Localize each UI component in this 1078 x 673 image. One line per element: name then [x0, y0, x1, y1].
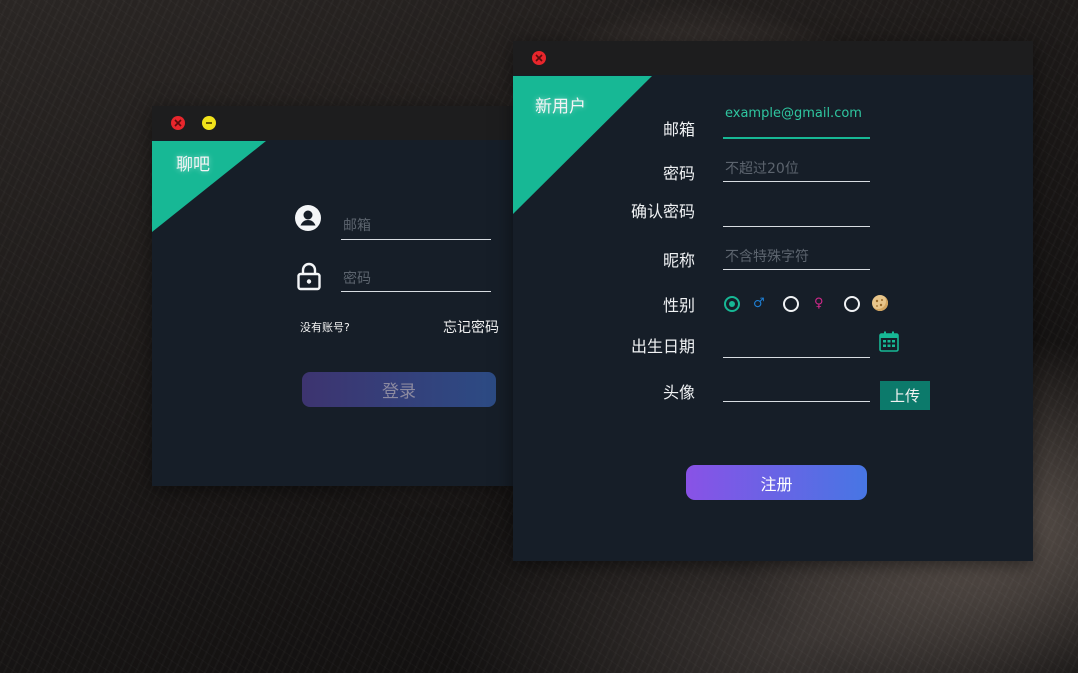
male-icon: ♂	[753, 296, 765, 311]
register-title: 新用户	[535, 97, 586, 117]
close-icon[interactable]	[532, 51, 546, 65]
close-icon[interactable]	[171, 116, 185, 130]
email-field[interactable]	[723, 89, 870, 139]
birth-date-field[interactable]	[723, 333, 870, 358]
birth-date-label: 出生日期	[630, 337, 695, 356]
no-account-link[interactable]: 没有账号?	[300, 319, 350, 335]
register-titlebar[interactable]	[513, 41, 1033, 75]
confirm-password-label: 确认密码	[630, 202, 695, 221]
avatar-label: 头像	[662, 383, 695, 402]
nickname-field[interactable]	[723, 245, 870, 270]
gender-label: 性别	[662, 296, 695, 315]
user-icon	[294, 204, 322, 232]
nickname-label: 昵称	[662, 251, 695, 270]
register-window: 新用户 邮箱 密码 确认密码 昵称 性别 ♂ ♀ 出生日期	[513, 41, 1033, 561]
female-icon: ♀	[814, 296, 824, 311]
password-field[interactable]	[341, 266, 491, 292]
gender-radio-female[interactable]	[783, 296, 799, 312]
login-button[interactable]: 登录	[302, 372, 496, 407]
login-titlebar[interactable]	[152, 106, 514, 140]
calendar-icon[interactable]	[879, 331, 899, 352]
gender-radio-male[interactable]	[724, 296, 740, 312]
register-button[interactable]: 注册	[686, 465, 867, 500]
confirm-password-field[interactable]	[723, 202, 870, 227]
email-label: 邮箱	[662, 120, 695, 139]
upload-button[interactable]: 上传	[880, 381, 930, 410]
email-field[interactable]	[341, 213, 491, 240]
forgot-password-link[interactable]: 忘记密码	[443, 317, 499, 337]
avatar-field[interactable]	[723, 377, 870, 402]
password-field[interactable]	[723, 157, 870, 182]
minimize-icon[interactable]	[202, 116, 216, 130]
login-window: 聊吧 没有账号? 忘记密码 登录	[152, 106, 514, 486]
other-gender-icon	[872, 295, 888, 311]
gender-radio-other[interactable]	[844, 296, 860, 312]
password-label: 密码	[662, 164, 695, 183]
lock-icon	[295, 261, 323, 291]
app-title: 聊吧	[176, 155, 210, 175]
